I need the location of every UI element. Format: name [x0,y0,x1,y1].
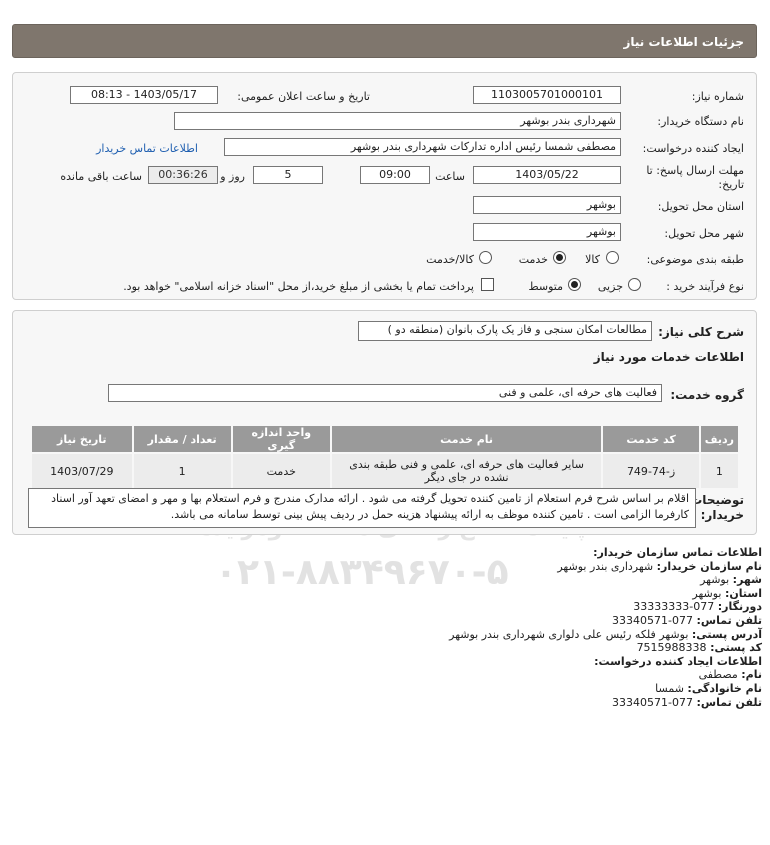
cell-quantity: 1 [131,452,233,490]
cell-unit: خدمت [230,452,332,490]
contact-section: اطلاعات تماس سازمان خریدار: نام سازمان خ… [22,546,762,709]
contact-city-line: شهر: بوشهر [22,573,762,587]
buyer-contact-link[interactable]: اطلاعات تماس خریدار [96,142,198,155]
cell-service-code: ز-74-749 [601,452,701,490]
col-unit: واحد اندازه گیری [230,424,332,454]
contact-phone-label: تلفن تماس: [696,613,762,627]
page: ParsNamadData پایگاه اطلاع رسانی مناقصه … [0,0,770,845]
purchase-type-label: نوع فرآیند خرید : [666,280,744,293]
contact-province-line: استان: بوشهر [22,587,762,601]
table-header-row: ردیف کد خدمت نام خدمت واحد اندازه گیری ت… [30,424,741,454]
services-table: ردیف کد خدمت نام خدمت واحد اندازه گیری ت… [30,424,741,490]
col-need-date: تاریخ نیاز [30,424,134,454]
contact-province-label: استان: [725,586,762,600]
creator-phone-line: تلفن تماس: 077-33340571 [22,696,762,710]
category-option-goods-service: کالا/خدمت [426,253,474,266]
contact-title: اطلاعات تماس سازمان خریدار: [593,546,762,559]
buyer-org-field: شهرداری بندر بوشهر [174,112,621,130]
deadline-date-field: 1403/05/22 [473,166,621,184]
purchase-radio-medium[interactable] [568,278,581,291]
table-row: 1 ز-74-749 سایر فعالیت های حرفه ای، علمی… [30,452,741,490]
announce-date-field: 1403/05/17 - 08:13 [70,86,218,104]
need-number-field: 1103005701000101 [473,86,621,104]
contact-fax-label: دورنگار: [717,600,762,614]
service-group-label: گروه خدمت: [670,388,744,402]
contact-fax-value: 077-33333333 [633,600,715,614]
creator-phone-label: تلفن تماس: [696,695,762,709]
deadline-days-label: روز و [220,170,245,183]
treasury-payment-note: پرداخت تمام یا بخشی از مبلغ خرید،از محل … [123,280,474,293]
purchase-option-medium: متوسط [528,280,563,293]
contact-address-label: آدرس پستی: [691,627,762,641]
contact-fax-line: دورنگار: 077-33333333 [22,600,762,614]
summary-label: شرح کلی نیاز: [658,325,744,339]
category-option-service: خدمت [518,253,548,266]
category-radio-goods-service[interactable] [479,251,492,264]
category-label: طبقه بندی موضوعی: [646,253,744,266]
cell-need-date: 1403/07/29 [30,452,134,490]
contact-phone-line: تلفن تماس: 077-33340571 [22,614,762,628]
contact-phone-value: 077-33340571 [612,613,694,627]
deadline-label-text: مهلت ارسال پاسخ: تا تاریخ: [646,164,744,191]
creator-name-line: نام: مصطفی [22,668,762,682]
contact-postal-line: کد پستی: 7515988338 [22,641,762,655]
requester-field: مصطفی شمسا رئیس اداره تدارکات شهرداری بن… [224,138,621,156]
purchase-radio-minor[interactable] [628,278,641,291]
service-group-field: فعالیت های حرفه ای، علمی و فنی [108,384,662,402]
remaining-time-label: ساعت باقی مانده [60,170,142,183]
contact-org-line: نام سازمان خریدار: شهرداری بندر بوشهر [22,560,762,574]
contact-city-label: شهر: [732,573,762,587]
deadline-days-field: 5 [253,166,323,184]
page-title: جزئیات اطلاعات نیاز [623,35,744,49]
contact-org-value: شهرداری بندر بوشهر [557,559,654,573]
creator-family-line: نام خانوادگی: شمسا [22,682,762,696]
contact-postal-value: 7515988338 [636,641,707,655]
city-field: بوشهر [473,223,621,241]
deadline-label: مهلت ارسال پاسخ: تا تاریخ: [644,164,744,192]
category-radio-goods[interactable] [606,251,619,264]
col-quantity: تعداد / مقدار [131,424,233,454]
buyer-org-label: نام دستگاه خریدار: [657,115,744,128]
deadline-time-label: ساعت [435,170,465,183]
deadline-time-field: 09:00 [360,166,430,184]
summary-field: مطالعات امکان سنجی و فاز یک پارک بانوان … [358,321,652,341]
buyer-notes-label-text: توضیحات خریدار: [690,493,744,522]
city-label: شهر محل تحویل: [664,227,744,240]
creator-family-value: شمسا [655,681,684,695]
col-row-number: ردیف [698,424,741,454]
contact-province-value: بوشهر [692,586,722,600]
category-radio-service[interactable] [553,251,566,264]
col-service-name: نام خدمت [329,424,604,454]
contact-address-value: بوشهر فلکه رئیس علی دلواری شهرداری بندر … [449,627,689,641]
remaining-time-field: 00:36:26 [148,166,218,184]
contact-address-line: آدرس پستی: بوشهر فلکه رئیس علی دلواری شه… [22,628,762,642]
col-service-code: کد خدمت [601,424,701,454]
cell-service-name: سایر فعالیت های حرفه ای، علمی و فنی طبقه… [329,452,604,490]
contact-city-value: بوشهر [700,573,730,587]
category-option-goods: کالا [585,253,600,266]
purchase-option-minor: جزیی [597,280,623,293]
cell-row-number: 1 [698,452,741,490]
province-field: بوشهر [473,196,621,214]
services-title: اطلاعات خدمات مورد نیاز [593,350,744,364]
creator-title: اطلاعات ایجاد کننده درخواست: [594,654,762,668]
treasury-payment-checkbox[interactable] [481,278,494,291]
creator-name-label: نام: [741,668,762,682]
creator-phone-value: 077-33340571 [612,695,694,709]
creator-family-label: نام خانوادگی: [687,681,762,695]
creator-name-value: مصطفی [698,668,738,682]
announce-date-label: تاریخ و ساعت اعلان عمومی: [237,90,370,103]
requester-label: ایجاد کننده درخواست: [642,142,744,155]
contact-org-label: نام سازمان خریدار: [656,559,762,573]
province-label: استان محل تحویل: [657,200,744,213]
need-number-label: شماره نیاز: [691,90,744,103]
buyer-notes-field: اقلام بر اساس شرح فرم استعلام از تامین ک… [28,488,696,528]
contact-postal-label: کد پستی: [710,641,762,655]
page-title-bar: جزئیات اطلاعات نیاز [12,24,757,58]
